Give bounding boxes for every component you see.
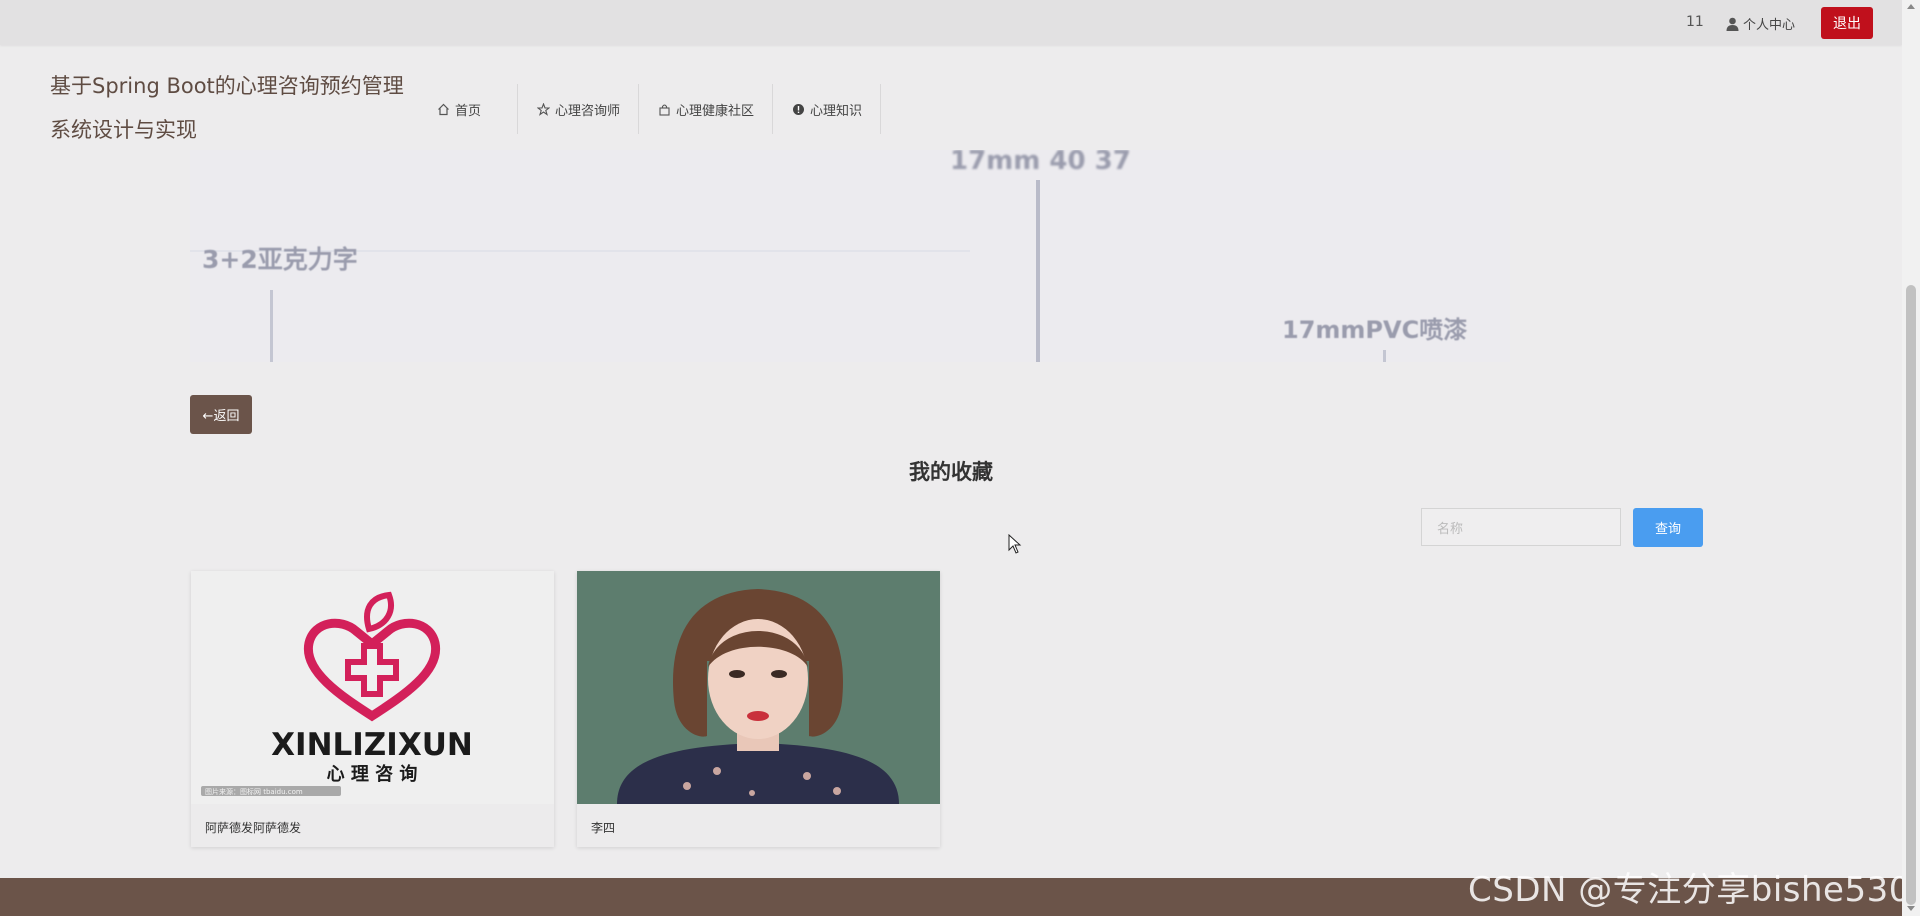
banner-text-left: 3+2亚克力字 (202, 245, 358, 274)
scrollbar-thumb[interactable] (1906, 285, 1916, 905)
scroll-down-icon[interactable] (1907, 906, 1915, 911)
logout-button[interactable]: 退出 (1821, 7, 1873, 39)
nav-item-home[interactable]: 首页 (422, 84, 519, 134)
search-input[interactable]: 名称 (1421, 508, 1621, 546)
watermark: CSDN @专注分享bishe530 (1468, 870, 1911, 910)
back-button[interactable]: ←返回 (190, 395, 252, 434)
page-title: 我的收藏 (909, 460, 993, 484)
banner-text-right: 17mmPVC喷漆 (1282, 316, 1468, 344)
mouse-cursor-icon (1008, 534, 1022, 554)
home-icon (436, 102, 450, 116)
top-bar: 11 个人中心 退出 (0, 0, 1902, 45)
main-nav: 首页 心理咨询师 心理健康社区 心理知识 (422, 84, 882, 134)
search-placeholder: 名称 (1437, 521, 1464, 537)
card-caption: 李四 (591, 821, 616, 835)
nav-item-community[interactable]: 心理健康社区 (639, 84, 774, 134)
nav-label-home: 首页 (455, 103, 482, 119)
info-icon (791, 102, 805, 116)
nav-item-counselors[interactable]: 心理咨询师 (518, 84, 640, 134)
scrollbar[interactable] (1902, 0, 1920, 916)
user-number: 11 (1686, 14, 1704, 30)
logo-text: XINLIZIXUN (271, 727, 473, 763)
user-center-label: 个人中心 (1743, 18, 1796, 33)
image-credit: 图片来源：图标网 tbaidu.com (205, 787, 303, 796)
nav-label-knowledge: 心理知识 (810, 103, 863, 119)
scroll-up-icon[interactable] (1907, 4, 1915, 9)
bag-icon (657, 102, 671, 116)
banner-image: 17mm 40 37 3+2亚克力字 17mmPVC喷漆 (190, 150, 1510, 362)
banner-text-top: 17mm 40 37 (950, 150, 1131, 176)
logo-subtext: 心 理 咨 询 (327, 763, 418, 785)
banner-divider (1036, 180, 1040, 362)
star-icon (536, 102, 550, 116)
user-center-link[interactable]: 个人中心 (1726, 14, 1795, 33)
card-caption: 阿萨德发阿萨德发 (205, 821, 302, 835)
site-title: 基于Spring Boot的心理咨询预约管理系统设计与实现 (50, 74, 404, 142)
banner-divider (270, 290, 273, 362)
xinlizixun-logo-image: XINLIZIXUN 心 理 咨 询 图片来源：图标网 tbaidu.com (191, 571, 554, 804)
nav-label-counselors: 心理咨询师 (555, 103, 621, 119)
favorite-card[interactable]: XINLIZIXUN 心 理 咨 询 图片来源：图标网 tbaidu.com 阿… (191, 571, 554, 847)
nav-item-knowledge[interactable]: 心理知识 (773, 84, 882, 134)
search-button[interactable]: 查询 (1633, 508, 1703, 547)
user-icon (1726, 17, 1739, 31)
nav-label-community: 心理健康社区 (676, 103, 755, 119)
portrait-image (577, 571, 940, 804)
favorite-card[interactable]: 李四 (577, 571, 940, 847)
banner-divider (1383, 350, 1386, 362)
